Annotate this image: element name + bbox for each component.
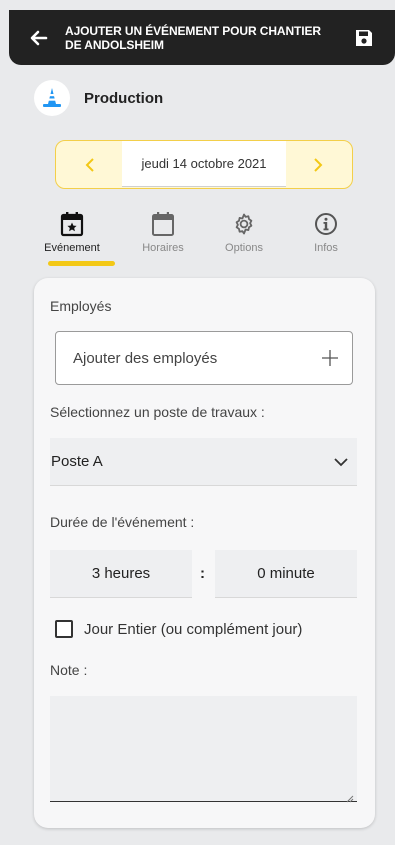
page-title: AJOUTER UN ÉVÉNEMENT POUR CHANTIER DE AN… [65,23,321,52]
section-label: Production [84,89,164,107]
chevron-right-icon[interactable] [306,153,330,177]
employees-label: Employés [50,298,112,314]
tab-label: Horaires [142,242,184,254]
gear-icon [204,210,284,238]
tab-label: Options [225,242,263,254]
duration-minutes-select[interactable]: 0 minute [215,550,357,598]
duration-label: Durée de l'événement : [50,514,195,530]
add-employees-field[interactable]: Ajouter des employés [55,331,353,385]
section-heading: Production [34,80,163,116]
note-label: Note : [50,662,88,678]
active-tab-indicator [48,261,115,266]
chevron-left-icon[interactable] [78,153,102,177]
date-display[interactable]: jeudi 14 octobre 2021 [122,141,286,187]
traffic-cone-icon [34,80,70,116]
app-header: AJOUTER UN ÉVÉNEMENT POUR CHANTIER DE AN… [9,10,395,65]
chevron-down-icon [331,452,351,472]
tab-infos[interactable]: Infos [286,210,366,254]
tab-options[interactable]: Options [204,210,284,254]
date-selector: jeudi 14 octobre 2021 [55,140,353,189]
tab-label: Infos [314,242,338,254]
info-icon [286,210,366,238]
tab-evenement[interactable]: Evénement [32,210,112,254]
full-day-checkbox[interactable] [55,620,73,638]
back-arrow-icon[interactable] [27,26,51,50]
tab-label: Evénement [44,242,100,254]
workstation-select[interactable]: Poste A [50,438,357,486]
note-textarea[interactable] [50,696,357,803]
save-icon[interactable] [353,27,375,49]
workstation-label: Sélectionnez un poste de travaux : [50,404,265,420]
add-employees-placeholder: Ajouter des employés [73,349,218,367]
workstation-value: Poste A [51,453,103,470]
calendar-icon [123,210,203,238]
resize-grip-icon[interactable] [346,790,354,803]
full-day-checkbox-row[interactable]: Jour Entier (ou complément jour) [55,620,302,638]
duration-separator: : [200,565,205,582]
duration-hours-select[interactable]: 3 heures [50,550,192,598]
full-day-label: Jour Entier (ou complément jour) [84,620,303,638]
calendar-star-icon [32,210,112,238]
tab-horaires[interactable]: Horaires [123,210,203,254]
event-form-card: Employés Ajouter des employés Sélectionn… [34,278,375,828]
plus-icon[interactable] [320,348,340,368]
